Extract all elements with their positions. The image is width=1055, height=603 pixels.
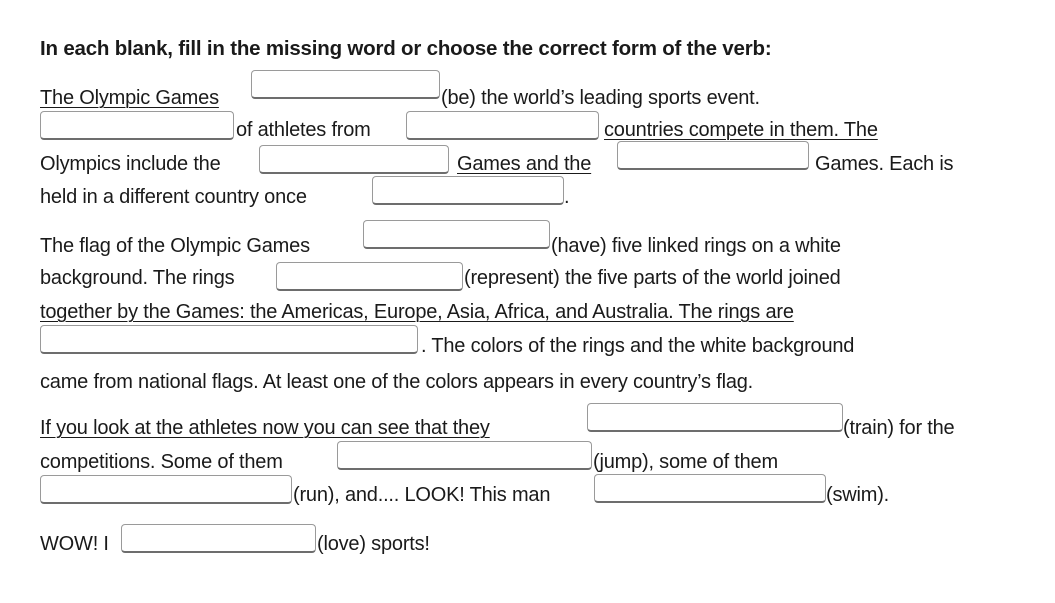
blank-12-run[interactable] (40, 475, 292, 504)
blank-11-jump[interactable] (337, 441, 592, 470)
text: background. The rings (40, 267, 235, 289)
text: together by the Games: the Americas, Eur… (40, 301, 794, 323)
text: held in a different country once (40, 186, 307, 208)
blank-7-have[interactable] (363, 220, 550, 249)
text: WOW! I (40, 533, 109, 555)
blank-3[interactable] (406, 111, 599, 140)
text: (run), and.... LOOK! This man (293, 484, 551, 506)
text: Olympics include the (40, 153, 221, 175)
blank-2[interactable] (40, 111, 234, 140)
text: countries compete in them. The (604, 119, 878, 141)
text: of athletes from (236, 119, 371, 141)
blank-1-be[interactable] (251, 70, 440, 99)
text: (train) for the (843, 417, 955, 439)
blank-6[interactable] (372, 176, 564, 205)
blank-8-represent[interactable] (276, 262, 463, 291)
text: (be) the world’s leading sports event. (441, 87, 760, 109)
blank-10-train[interactable] (587, 403, 843, 432)
text: (represent) the five parts of the world … (464, 267, 841, 289)
text: . The colors of the rings and the white … (421, 335, 855, 357)
text: (jump), some of them (593, 451, 778, 473)
text: competitions. Some of them (40, 451, 283, 473)
text: came from national flags. At least one o… (40, 371, 754, 393)
text: (have) five linked rings on a white (551, 235, 841, 257)
text: . (564, 186, 570, 208)
blank-5[interactable] (617, 141, 809, 170)
text: (swim). (826, 484, 890, 506)
blank-4[interactable] (259, 145, 449, 174)
text: Games and the (457, 153, 592, 175)
text: (love) sports! (317, 533, 430, 555)
blank-13-swim[interactable] (594, 474, 826, 503)
instruction-heading: In each blank, fill in the missing word … (40, 37, 772, 60)
text: Games. Each is (815, 153, 954, 175)
text: If you look at the athletes now you can … (40, 417, 490, 439)
blank-14-love[interactable] (121, 524, 316, 553)
text: The Olympic Games (40, 87, 219, 109)
blank-9[interactable] (40, 325, 418, 354)
text: The flag of the Olympic Games (40, 235, 310, 257)
